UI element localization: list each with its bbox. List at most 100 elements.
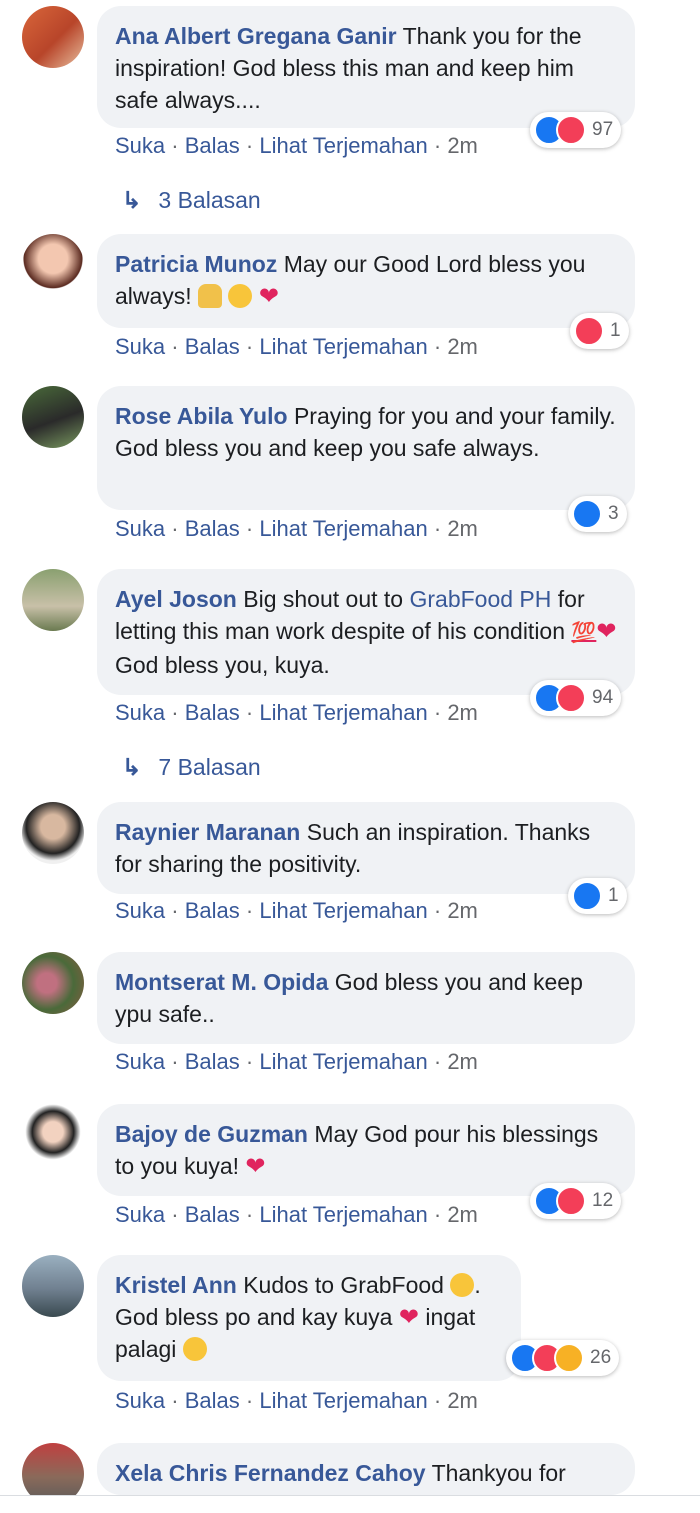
reply-arrow-icon: ↳ — [122, 754, 142, 780]
avatar[interactable] — [22, 569, 84, 631]
reaction-summary[interactable]: 97 — [530, 112, 622, 148]
avatar[interactable] — [22, 1255, 84, 1317]
love-icon — [574, 316, 604, 346]
reply-link[interactable]: Balas — [185, 898, 240, 923]
like-link[interactable]: Suka — [115, 334, 165, 359]
like-link[interactable]: Suka — [115, 1388, 165, 1413]
comment-bubble: Patricia Munoz May our Good Lord bless y… — [97, 234, 635, 328]
timestamp[interactable]: 2m — [447, 700, 478, 725]
comment-bubble: Raynier Maranan Such an inspiration. Tha… — [97, 802, 635, 894]
love-icon — [556, 1186, 586, 1216]
translate-link[interactable]: Lihat Terjemahan — [259, 516, 427, 541]
timestamp[interactable]: 2m — [447, 1388, 478, 1413]
like-icon — [572, 881, 602, 911]
comment-bubble: Xela Chris Fernandez Cahoy Thankyou for — [97, 1443, 635, 1495]
view-replies-link[interactable]: ↳ 7 Balasan — [122, 754, 261, 781]
avatar[interactable] — [22, 952, 84, 1014]
like-link[interactable]: Suka — [115, 516, 165, 541]
haha-icon — [554, 1343, 584, 1373]
author-name[interactable]: Patricia Munoz — [115, 251, 277, 277]
reply-link[interactable]: Balas — [185, 700, 240, 725]
translate-link[interactable]: Lihat Terjemahan — [259, 898, 427, 923]
like-link[interactable]: Suka — [115, 898, 165, 923]
author-name[interactable]: Kristel Ann — [115, 1272, 237, 1298]
author-name[interactable]: Rose Abila Yulo — [115, 403, 288, 429]
reaction-summary[interactable]: 3 — [568, 496, 627, 532]
reaction-count: 1 — [610, 320, 621, 341]
author-name[interactable]: Xela Chris Fernandez Cahoy — [115, 1460, 426, 1486]
comment-composer-bar[interactable] — [0, 1495, 700, 1513]
reaction-summary[interactable]: 1 — [568, 878, 627, 914]
translate-link[interactable]: Lihat Terjemahan — [259, 1049, 427, 1074]
reaction-count: 1 — [608, 885, 619, 906]
like-link[interactable]: Suka — [115, 1202, 165, 1227]
heart-gift-emoji-icon: ❤ — [258, 283, 279, 310]
reply-link[interactable]: Balas — [185, 1202, 240, 1227]
pray-emoji-icon — [198, 284, 223, 308]
view-replies-link[interactable]: ↳ 3 Balasan — [122, 187, 261, 214]
reaction-count: 12 — [592, 1190, 614, 1211]
comment-actions: Suka · Balas · Lihat Terjemahan · 2m — [115, 700, 478, 725]
reply-arrow-icon: ↳ — [122, 187, 142, 213]
mention-link[interactable]: GrabFood PH — [409, 586, 551, 612]
reply-link[interactable]: Balas — [185, 334, 240, 359]
comment-actions: Suka · Balas · Lihat Terjemahan · 2m — [115, 1388, 478, 1413]
timestamp[interactable]: 2m — [447, 133, 478, 158]
timestamp[interactable]: 2m — [447, 334, 478, 359]
reaction-summary[interactable]: 94 — [530, 680, 622, 716]
translate-link[interactable]: Lihat Terjemahan — [259, 133, 427, 158]
hundred-points-emoji-icon: 💯 — [571, 622, 597, 644]
like-link[interactable]: Suka — [115, 1049, 165, 1074]
avatar[interactable] — [22, 802, 84, 864]
comment-actions: Suka · Balas · Lihat Terjemahan · 2m — [115, 133, 478, 158]
comment-text: Thankyou for — [431, 1460, 566, 1486]
comment-bubble: Montserat M. Opida God bless you and kee… — [97, 952, 635, 1044]
author-name[interactable]: Raynier Maranan — [115, 819, 300, 845]
smile-emoji-icon — [182, 1337, 207, 1361]
like-link[interactable]: Suka — [115, 700, 165, 725]
like-link[interactable]: Suka — [115, 133, 165, 158]
translate-link[interactable]: Lihat Terjemahan — [259, 700, 427, 725]
reaction-count: 26 — [590, 1347, 612, 1368]
reply-link[interactable]: Balas — [185, 1388, 240, 1413]
comment-bubble: Kristel Ann Kudos to GrabFood . God bles… — [97, 1255, 521, 1381]
reply-link[interactable]: Balas — [185, 133, 240, 158]
reaction-count: 3 — [608, 503, 619, 524]
author-name[interactable]: Ana Albert Gregana Ganir — [115, 23, 397, 49]
smile-emoji-icon — [228, 284, 253, 308]
translate-link[interactable]: Lihat Terjemahan — [259, 1388, 427, 1413]
timestamp[interactable]: 2m — [447, 898, 478, 923]
reply-link[interactable]: Balas — [185, 1049, 240, 1074]
author-name[interactable]: Montserat M. Opida — [115, 969, 328, 995]
timestamp[interactable]: 2m — [447, 1202, 478, 1227]
love-icon — [556, 115, 586, 145]
reaction-summary[interactable]: 1 — [570, 313, 629, 349]
comment-actions: Suka · Balas · Lihat Terjemahan · 2m — [115, 334, 478, 359]
like-icon — [572, 499, 602, 529]
avatar[interactable] — [22, 386, 84, 448]
comment-bubble: Ayel Joson Big shout out to GrabFood PH … — [97, 569, 635, 695]
heart-emoji-icon: ❤ — [398, 1304, 419, 1331]
comment-actions: Suka · Balas · Lihat Terjemahan · 2m — [115, 898, 478, 923]
author-name[interactable]: Ayel Joson — [115, 586, 237, 612]
heart-emoji-icon: ❤ — [245, 1153, 266, 1180]
reply-link[interactable]: Balas — [185, 516, 240, 541]
timestamp[interactable]: 2m — [447, 1049, 478, 1074]
avatar[interactable] — [22, 6, 84, 68]
author-name[interactable]: Bajoy de Guzman — [115, 1121, 308, 1147]
comment-actions: Suka · Balas · Lihat Terjemahan · 2m — [115, 516, 478, 541]
comment-actions: Suka · Balas · Lihat Terjemahan · 2m — [115, 1049, 478, 1074]
love-icon — [556, 683, 586, 713]
smile-emoji-icon — [450, 1273, 475, 1297]
comment-bubble: Ana Albert Gregana Ganir Thank you for t… — [97, 6, 635, 128]
reaction-summary[interactable]: 12 — [530, 1183, 622, 1219]
reaction-count: 94 — [592, 687, 614, 708]
avatar[interactable] — [22, 1104, 84, 1166]
translate-link[interactable]: Lihat Terjemahan — [259, 334, 427, 359]
reaction-summary[interactable]: 26 — [506, 1340, 620, 1376]
avatar[interactable] — [22, 234, 84, 296]
translate-link[interactable]: Lihat Terjemahan — [259, 1202, 427, 1227]
timestamp[interactable]: 2m — [447, 516, 478, 541]
reaction-count: 97 — [592, 119, 614, 140]
heart-emoji-icon: ❤ — [596, 618, 617, 645]
